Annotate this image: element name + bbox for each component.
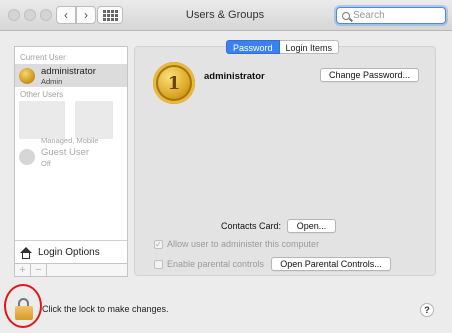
user-row-administrator[interactable]: administrator Admin (15, 64, 127, 87)
contacts-card-label: Contacts Card: (221, 221, 282, 231)
allow-admin-label: Allow user to administer this computer (167, 239, 320, 249)
title-bar: ‹ › Users & Groups Search (0, 0, 452, 31)
window-title: Users & Groups (185, 9, 265, 21)
parental-controls-checkbox[interactable] (154, 259, 163, 269)
search-field[interactable]: Search (336, 7, 446, 24)
highlight-circle (4, 284, 42, 328)
back-button[interactable]: ‹ (56, 6, 76, 24)
user-picture[interactable]: 1 (153, 62, 195, 104)
redacted-name (75, 101, 113, 139)
house-icon (20, 246, 32, 259)
close-window-button[interactable] (8, 9, 20, 21)
redacted-avatar (19, 101, 65, 139)
add-user-button[interactable]: + (15, 264, 31, 276)
allow-admin-row[interactable]: ✓ Allow user to administer this computer (154, 239, 319, 249)
user-row-guest[interactable]: Guest User Off (15, 145, 127, 169)
lock-message: Click the lock to make changes. (42, 304, 169, 314)
chevron-left-icon: ‹ (64, 8, 68, 22)
help-button[interactable]: ? (420, 303, 434, 317)
login-options-label: Login Options (38, 247, 100, 258)
open-parental-controls-button[interactable]: Open Parental Controls... (271, 257, 391, 271)
zoom-window-button[interactable] (40, 9, 52, 21)
tab-password[interactable]: Password (226, 40, 280, 54)
show-all-button[interactable] (97, 6, 123, 24)
contacts-open-button[interactable]: Open... (287, 219, 336, 233)
parental-controls-label: Enable parental controls (167, 259, 265, 269)
allow-admin-checkbox[interactable]: ✓ (154, 239, 163, 249)
parental-controls-row[interactable]: Enable parental controls (154, 259, 264, 269)
login-options-item[interactable]: Login Options (15, 240, 127, 264)
chevron-right-icon: › (84, 8, 88, 22)
other-users-heading: Other Users (20, 90, 64, 99)
user-list-sidebar: Current User administrator Admin Other U… (14, 46, 128, 264)
user-row-managed[interactable]: Managed, Mobile (15, 101, 127, 145)
search-placeholder: Search (353, 10, 385, 21)
grid-icon (102, 9, 118, 21)
change-password-button[interactable]: Change Password... (320, 68, 419, 82)
tab-bar: Password Login Items (226, 40, 340, 54)
guest-avatar-icon (19, 149, 35, 165)
forward-button[interactable]: › (76, 6, 96, 24)
user-role: Admin (41, 77, 63, 86)
tab-login-items[interactable]: Login Items (279, 40, 340, 54)
add-remove-bar: + − (14, 264, 128, 277)
user-name: administrator (41, 66, 96, 77)
search-icon (342, 11, 350, 20)
users-groups-window: ‹ › Users & Groups Search Current User a… (0, 0, 452, 333)
minimize-window-button[interactable] (24, 9, 36, 21)
user-avatar (19, 68, 35, 84)
remove-user-button[interactable]: − (31, 264, 47, 276)
user-role: Off (41, 159, 51, 168)
main-username: administrator (204, 71, 265, 82)
current-user-heading: Current User (20, 53, 66, 62)
user-name: Guest User (41, 147, 90, 158)
user-role: Managed, Mobile (41, 136, 99, 145)
